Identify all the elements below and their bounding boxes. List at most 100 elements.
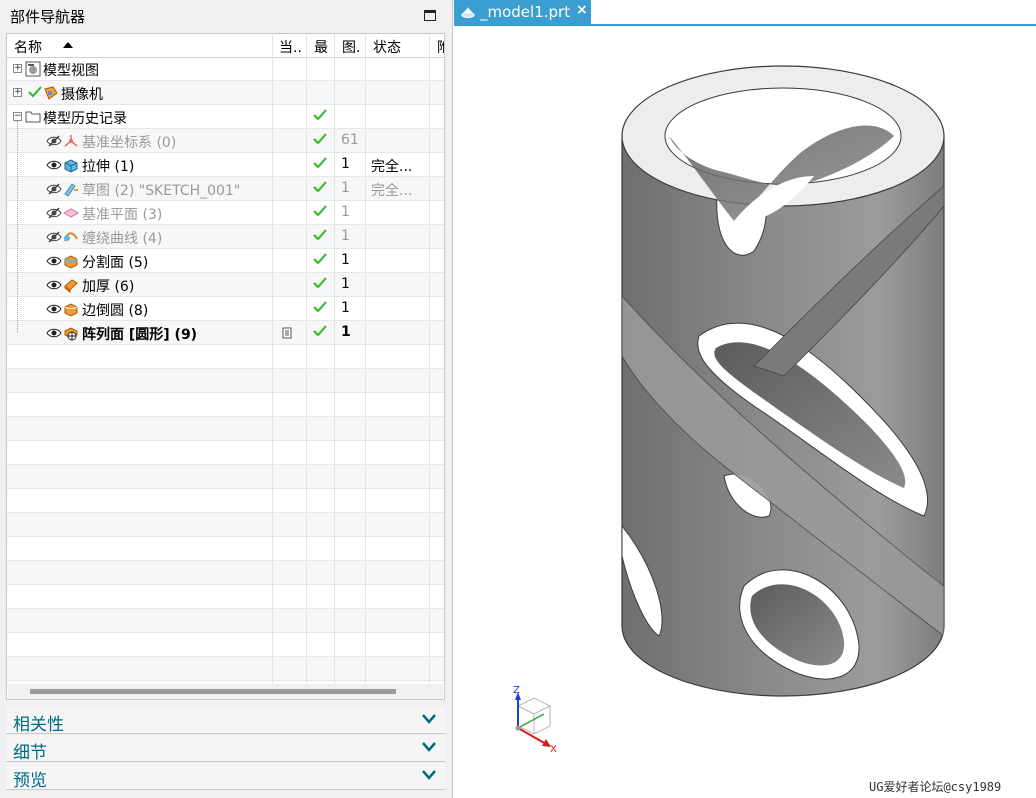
maximize-icon[interactable] xyxy=(424,10,436,21)
model-views-icon xyxy=(25,61,41,81)
divide-face-icon xyxy=(63,253,79,273)
expand-icon[interactable]: + xyxy=(13,64,22,73)
tree-row[interactable]: 加厚 (6) 1 xyxy=(7,273,444,297)
empty-row xyxy=(7,513,444,537)
eye-hidden-icon[interactable] xyxy=(46,183,62,199)
navigator-title: 部件导航器 xyxy=(10,8,86,26)
eye-icon[interactable] xyxy=(46,279,62,295)
tree-row[interactable]: 基准坐标系 (0) 61 xyxy=(7,129,444,153)
tree-row[interactable]: 边倒圆 (8) 1 xyxy=(7,297,444,321)
tree-row[interactable]: 分割面 (5) 1 xyxy=(7,249,444,273)
section-details[interactable]: 细节 xyxy=(6,735,445,763)
graph-cell: 1 xyxy=(341,324,351,340)
tree-item-label: 模型历史记录 xyxy=(43,111,127,127)
expand-icon[interactable]: + xyxy=(13,88,22,97)
chevron-down-icon xyxy=(422,770,436,780)
graph-cell: 1 xyxy=(341,204,350,220)
section-dependencies-label: 相关性 xyxy=(13,715,64,735)
empty-row xyxy=(7,537,444,561)
empty-row xyxy=(7,657,444,681)
column-latest[interactable]: 最 xyxy=(314,37,328,57)
datum-plane-icon xyxy=(62,205,80,225)
twisted-lattice-cylinder-model[interactable] xyxy=(454,26,1036,798)
tree-row[interactable]: + 摄像机 xyxy=(7,81,444,105)
latest-checkmark-icon xyxy=(312,252,328,270)
edge-blend-icon xyxy=(63,301,79,321)
thicken-icon xyxy=(63,277,79,297)
view-triad: Z X xyxy=(513,685,557,754)
part-file-icon xyxy=(460,7,476,18)
tab-strip: _model1.prt × xyxy=(454,0,1036,26)
column-name[interactable]: 名称 xyxy=(14,37,42,57)
scrollbar-thumb[interactable] xyxy=(30,689,396,694)
latest-checkmark-icon xyxy=(312,132,328,150)
eye-icon[interactable] xyxy=(46,327,62,343)
empty-row xyxy=(7,489,444,513)
tree-row[interactable]: 拉伸 (1) 1 完全... xyxy=(7,153,444,177)
latest-checkmark-icon xyxy=(312,276,328,294)
graph-cell: 1 xyxy=(341,228,350,244)
tree-row[interactable]: − 模型历史记录 xyxy=(7,105,444,129)
tree-row[interactable]: 基准平面 (3) 1 xyxy=(7,201,444,225)
current-feature-icon[interactable] xyxy=(282,327,292,343)
graph-cell: 61 xyxy=(341,132,359,148)
eye-icon[interactable] xyxy=(46,159,62,175)
status-cell: 完全... xyxy=(371,183,413,199)
graph-cell: 1 xyxy=(341,300,350,316)
feature-label: 边倒圆 (8) xyxy=(82,303,149,319)
sort-ascending-icon[interactable] xyxy=(63,42,73,48)
empty-row xyxy=(7,369,444,393)
tree-row[interactable]: 缠绕曲线 (4) 1 xyxy=(7,225,444,249)
datum-csys-icon xyxy=(63,133,79,153)
checkmark-icon[interactable] xyxy=(27,85,43,103)
section-dependencies[interactable]: 相关性 xyxy=(6,707,445,735)
column-status[interactable]: 状态 xyxy=(373,37,401,57)
empty-row xyxy=(7,345,444,369)
graph-cell: 1 xyxy=(341,156,350,172)
navigator-tree[interactable]: 名称 当.. 最 图. 状态 附 + 模型视图 + 摄像机 − 模型历史记录基准坐标系 (… xyxy=(6,33,445,700)
tree-item-label: 模型视图 xyxy=(43,63,99,79)
camera-icon xyxy=(43,85,59,105)
column-header-row: 名称 当.. 最 图. 状态 附 xyxy=(7,34,444,58)
pattern-face-icon xyxy=(63,325,79,345)
sketch-icon xyxy=(63,181,79,201)
feature-label: 基准平面 (3) xyxy=(82,207,163,223)
chevron-down-icon xyxy=(422,714,436,724)
tree-connector xyxy=(17,121,18,333)
tree-row[interactable]: + 模型视图 xyxy=(7,57,444,81)
watermark: UG爱好者论坛@csy1989 xyxy=(869,780,1002,794)
collapse-icon[interactable]: − xyxy=(13,112,22,121)
extrude-icon xyxy=(63,157,79,177)
empty-row xyxy=(7,609,444,633)
eye-hidden-icon[interactable] xyxy=(46,207,62,223)
empty-row xyxy=(7,465,444,489)
feature-label: 加厚 (6) xyxy=(82,279,135,295)
horizontal-scrollbar[interactable] xyxy=(8,684,443,699)
section-preview-label: 预览 xyxy=(13,771,47,791)
eye-icon[interactable] xyxy=(46,255,62,271)
section-preview[interactable]: 预览 xyxy=(6,763,445,791)
feature-label: 阵列面 [圆形] (9) xyxy=(82,327,198,343)
empty-row xyxy=(7,393,444,417)
eye-hidden-icon[interactable] xyxy=(46,135,62,151)
triad-x-label: X xyxy=(550,744,557,754)
column-graph[interactable]: 图. xyxy=(342,37,360,57)
column-attached[interactable]: 附 xyxy=(437,37,444,57)
latest-checkmark-icon xyxy=(312,300,328,318)
graph-cell: 1 xyxy=(341,180,350,196)
eye-icon[interactable] xyxy=(46,303,62,319)
navigator-header: 部件导航器 xyxy=(0,0,453,32)
column-current[interactable]: 当.. xyxy=(279,37,302,57)
close-icon[interactable]: × xyxy=(576,2,588,18)
triad-z-label: Z xyxy=(513,685,520,696)
tree-row[interactable]: 草图 (2) "SKETCH_001" 1 完全... xyxy=(7,177,444,201)
tree-row[interactable]: 阵列面 [圆形] (9) 1 xyxy=(7,321,444,345)
feature-label: 缠绕曲线 (4) xyxy=(82,231,163,247)
graphics-window[interactable]: _model1.prt × Z X UG爱好者论坛@csy1989 xyxy=(454,0,1036,798)
part-navigator-panel: 部件导航器 名称 当.. 最 图. 状态 附 + 模型视图 + 摄像机 − 模型历史记录基… xyxy=(0,0,453,798)
latest-checkmark-icon xyxy=(312,108,328,126)
empty-row xyxy=(7,633,444,657)
eye-hidden-icon[interactable] xyxy=(46,231,62,247)
graph-cell: 1 xyxy=(341,252,350,268)
tab-model1[interactable]: _model1.prt × xyxy=(454,0,591,24)
